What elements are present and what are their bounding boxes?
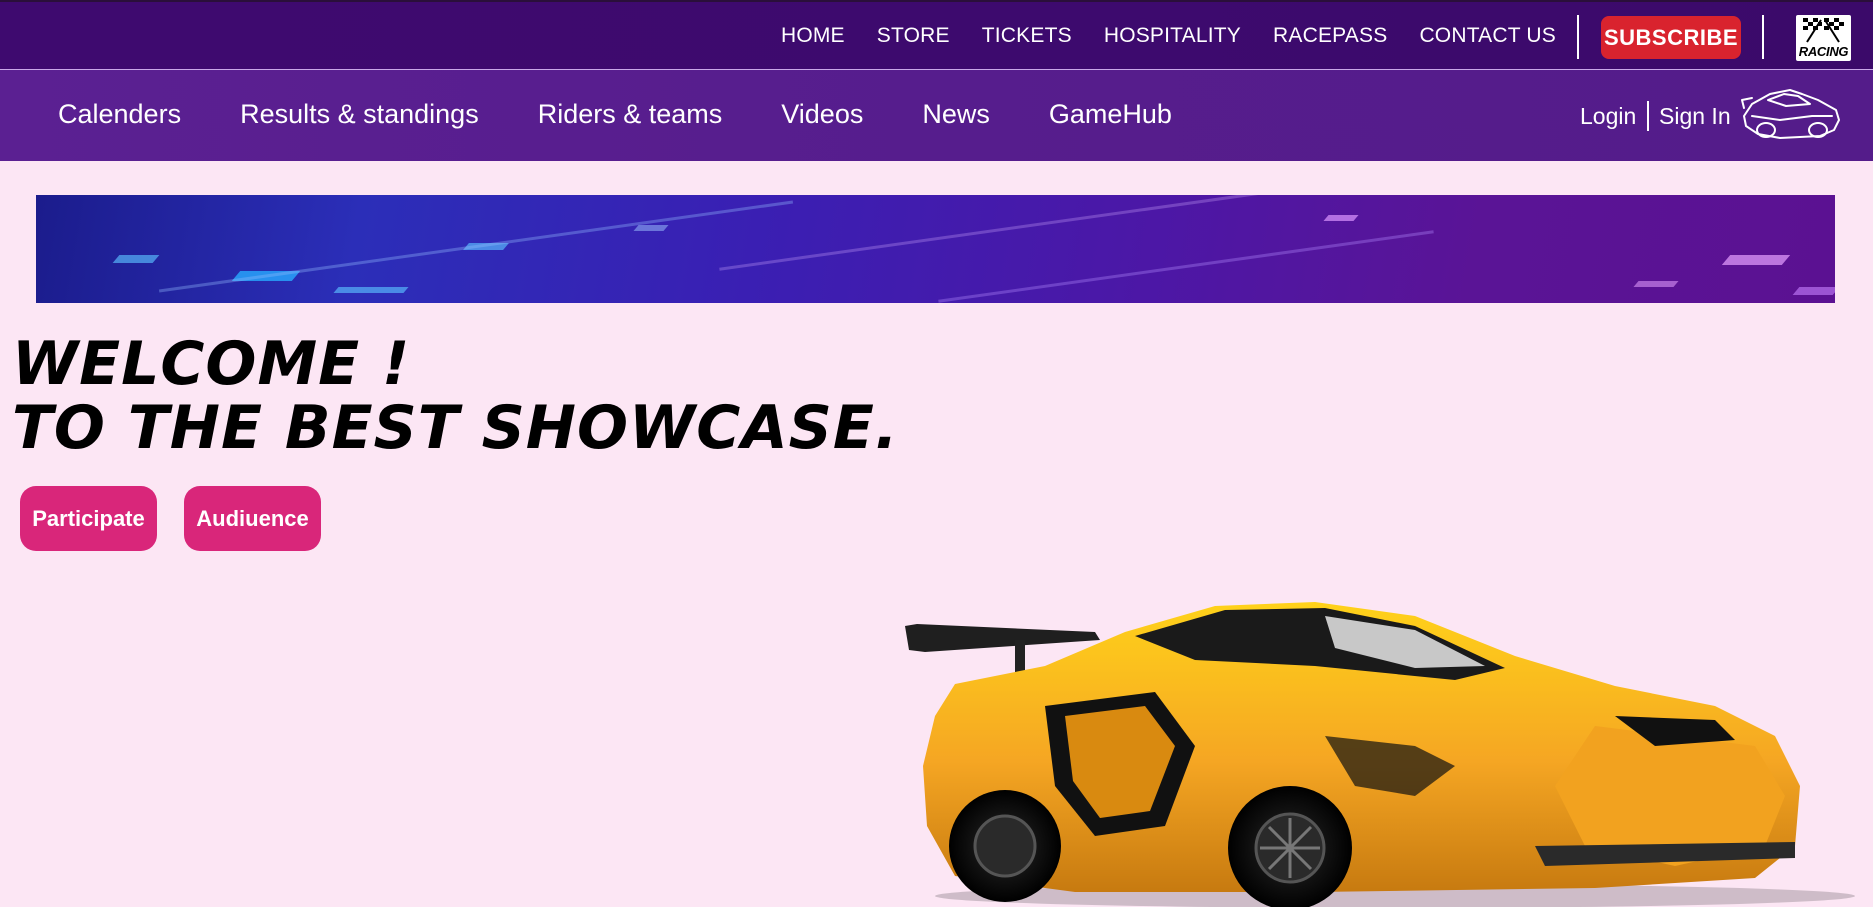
top-nav-contact-us[interactable]: CONTACT US	[1419, 24, 1556, 48]
nav-gamehub[interactable]: GameHub	[1049, 99, 1172, 130]
main-nav: Calenders Results & standings Riders & t…	[58, 99, 1231, 130]
racing-logo[interactable]: RACING	[1796, 15, 1851, 61]
subscribe-button[interactable]: SUBSCRIBE	[1601, 16, 1741, 59]
audience-button[interactable]: Audiuence	[184, 486, 321, 551]
participate-button[interactable]: Participate	[20, 486, 157, 551]
hero-title: WELCOME ! TO THE BEST SHOWCASE.	[12, 332, 899, 460]
nav-riders-teams[interactable]: Riders & teams	[538, 99, 723, 130]
nav-news[interactable]: News	[922, 99, 990, 130]
nav-calenders[interactable]: Calenders	[58, 99, 181, 130]
hero-sports-car-image	[905, 602, 1855, 907]
login-link[interactable]: Login	[1580, 103, 1636, 130]
nav-results-standings[interactable]: Results & standings	[240, 99, 479, 130]
top-nav-racepass[interactable]: RACEPASS	[1273, 24, 1387, 48]
top-nav-tickets[interactable]: TICKETS	[982, 24, 1072, 48]
hero-title-line-1: WELCOME !	[12, 329, 411, 399]
hero-title-line-2: TO THE BEST SHOWCASE.	[12, 393, 899, 463]
hero-banner	[36, 195, 1835, 303]
racing-logo-text: RACING	[1798, 44, 1849, 59]
top-nav-hospitality[interactable]: HOSPITALITY	[1104, 24, 1241, 48]
top-nav-divider	[1577, 15, 1579, 59]
main-nav-bar: Calenders Results & standings Riders & t…	[0, 70, 1873, 161]
nav-videos[interactable]: Videos	[781, 99, 863, 130]
top-nav-divider	[1762, 15, 1764, 59]
auth-divider	[1647, 101, 1649, 131]
checkered-flags-icon	[1803, 18, 1844, 43]
sign-in-link[interactable]: Sign In	[1659, 103, 1731, 130]
sports-car-outline-icon	[1741, 89, 1840, 139]
top-nav-store[interactable]: STORE	[877, 24, 950, 48]
top-nav-home[interactable]: HOME	[781, 24, 845, 48]
top-nav: HOME STORE TICKETS HOSPITALITY RACEPASS …	[781, 24, 1556, 48]
top-bar: HOME STORE TICKETS HOSPITALITY RACEPASS …	[0, 0, 1873, 70]
